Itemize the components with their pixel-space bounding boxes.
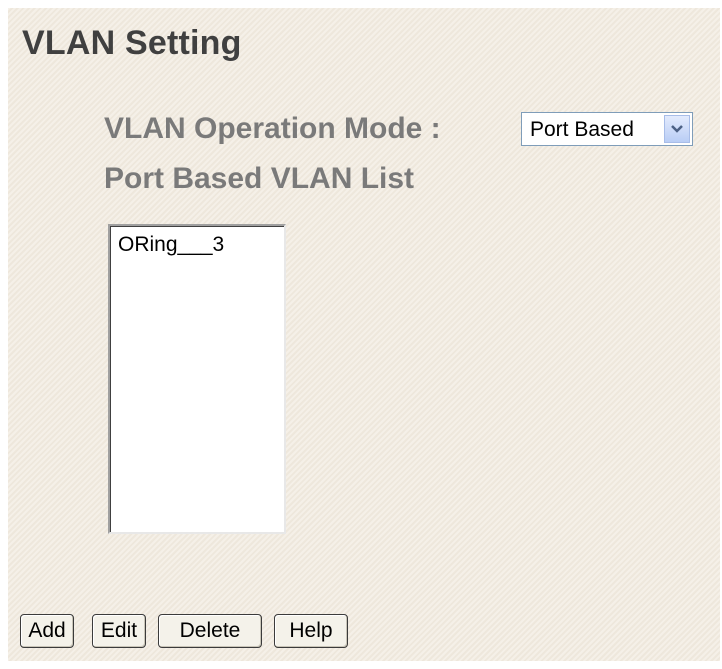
- delete-button[interactable]: Delete: [158, 614, 262, 648]
- operation-mode-value: Port Based: [530, 118, 634, 141]
- operation-mode-label: VLAN Operation Mode :: [104, 112, 441, 145]
- operation-mode-select[interactable]: Port Based: [521, 112, 693, 146]
- help-button[interactable]: Help: [274, 614, 348, 648]
- vlan-setting-panel: VLAN Setting VLAN Operation Mode : Port …: [8, 8, 720, 661]
- add-button[interactable]: Add: [20, 614, 74, 648]
- chevron-down-icon[interactable]: [664, 115, 690, 143]
- vlan-listbox[interactable]: ORing___3: [108, 224, 286, 534]
- vlan-listbox-inner: ORing___3: [110, 226, 284, 532]
- vlan-list-item[interactable]: ORing___3: [118, 233, 224, 257]
- page-title: VLAN Setting: [22, 24, 242, 62]
- edit-button[interactable]: Edit: [92, 614, 146, 648]
- vlan-list-label: Port Based VLAN List: [104, 162, 415, 195]
